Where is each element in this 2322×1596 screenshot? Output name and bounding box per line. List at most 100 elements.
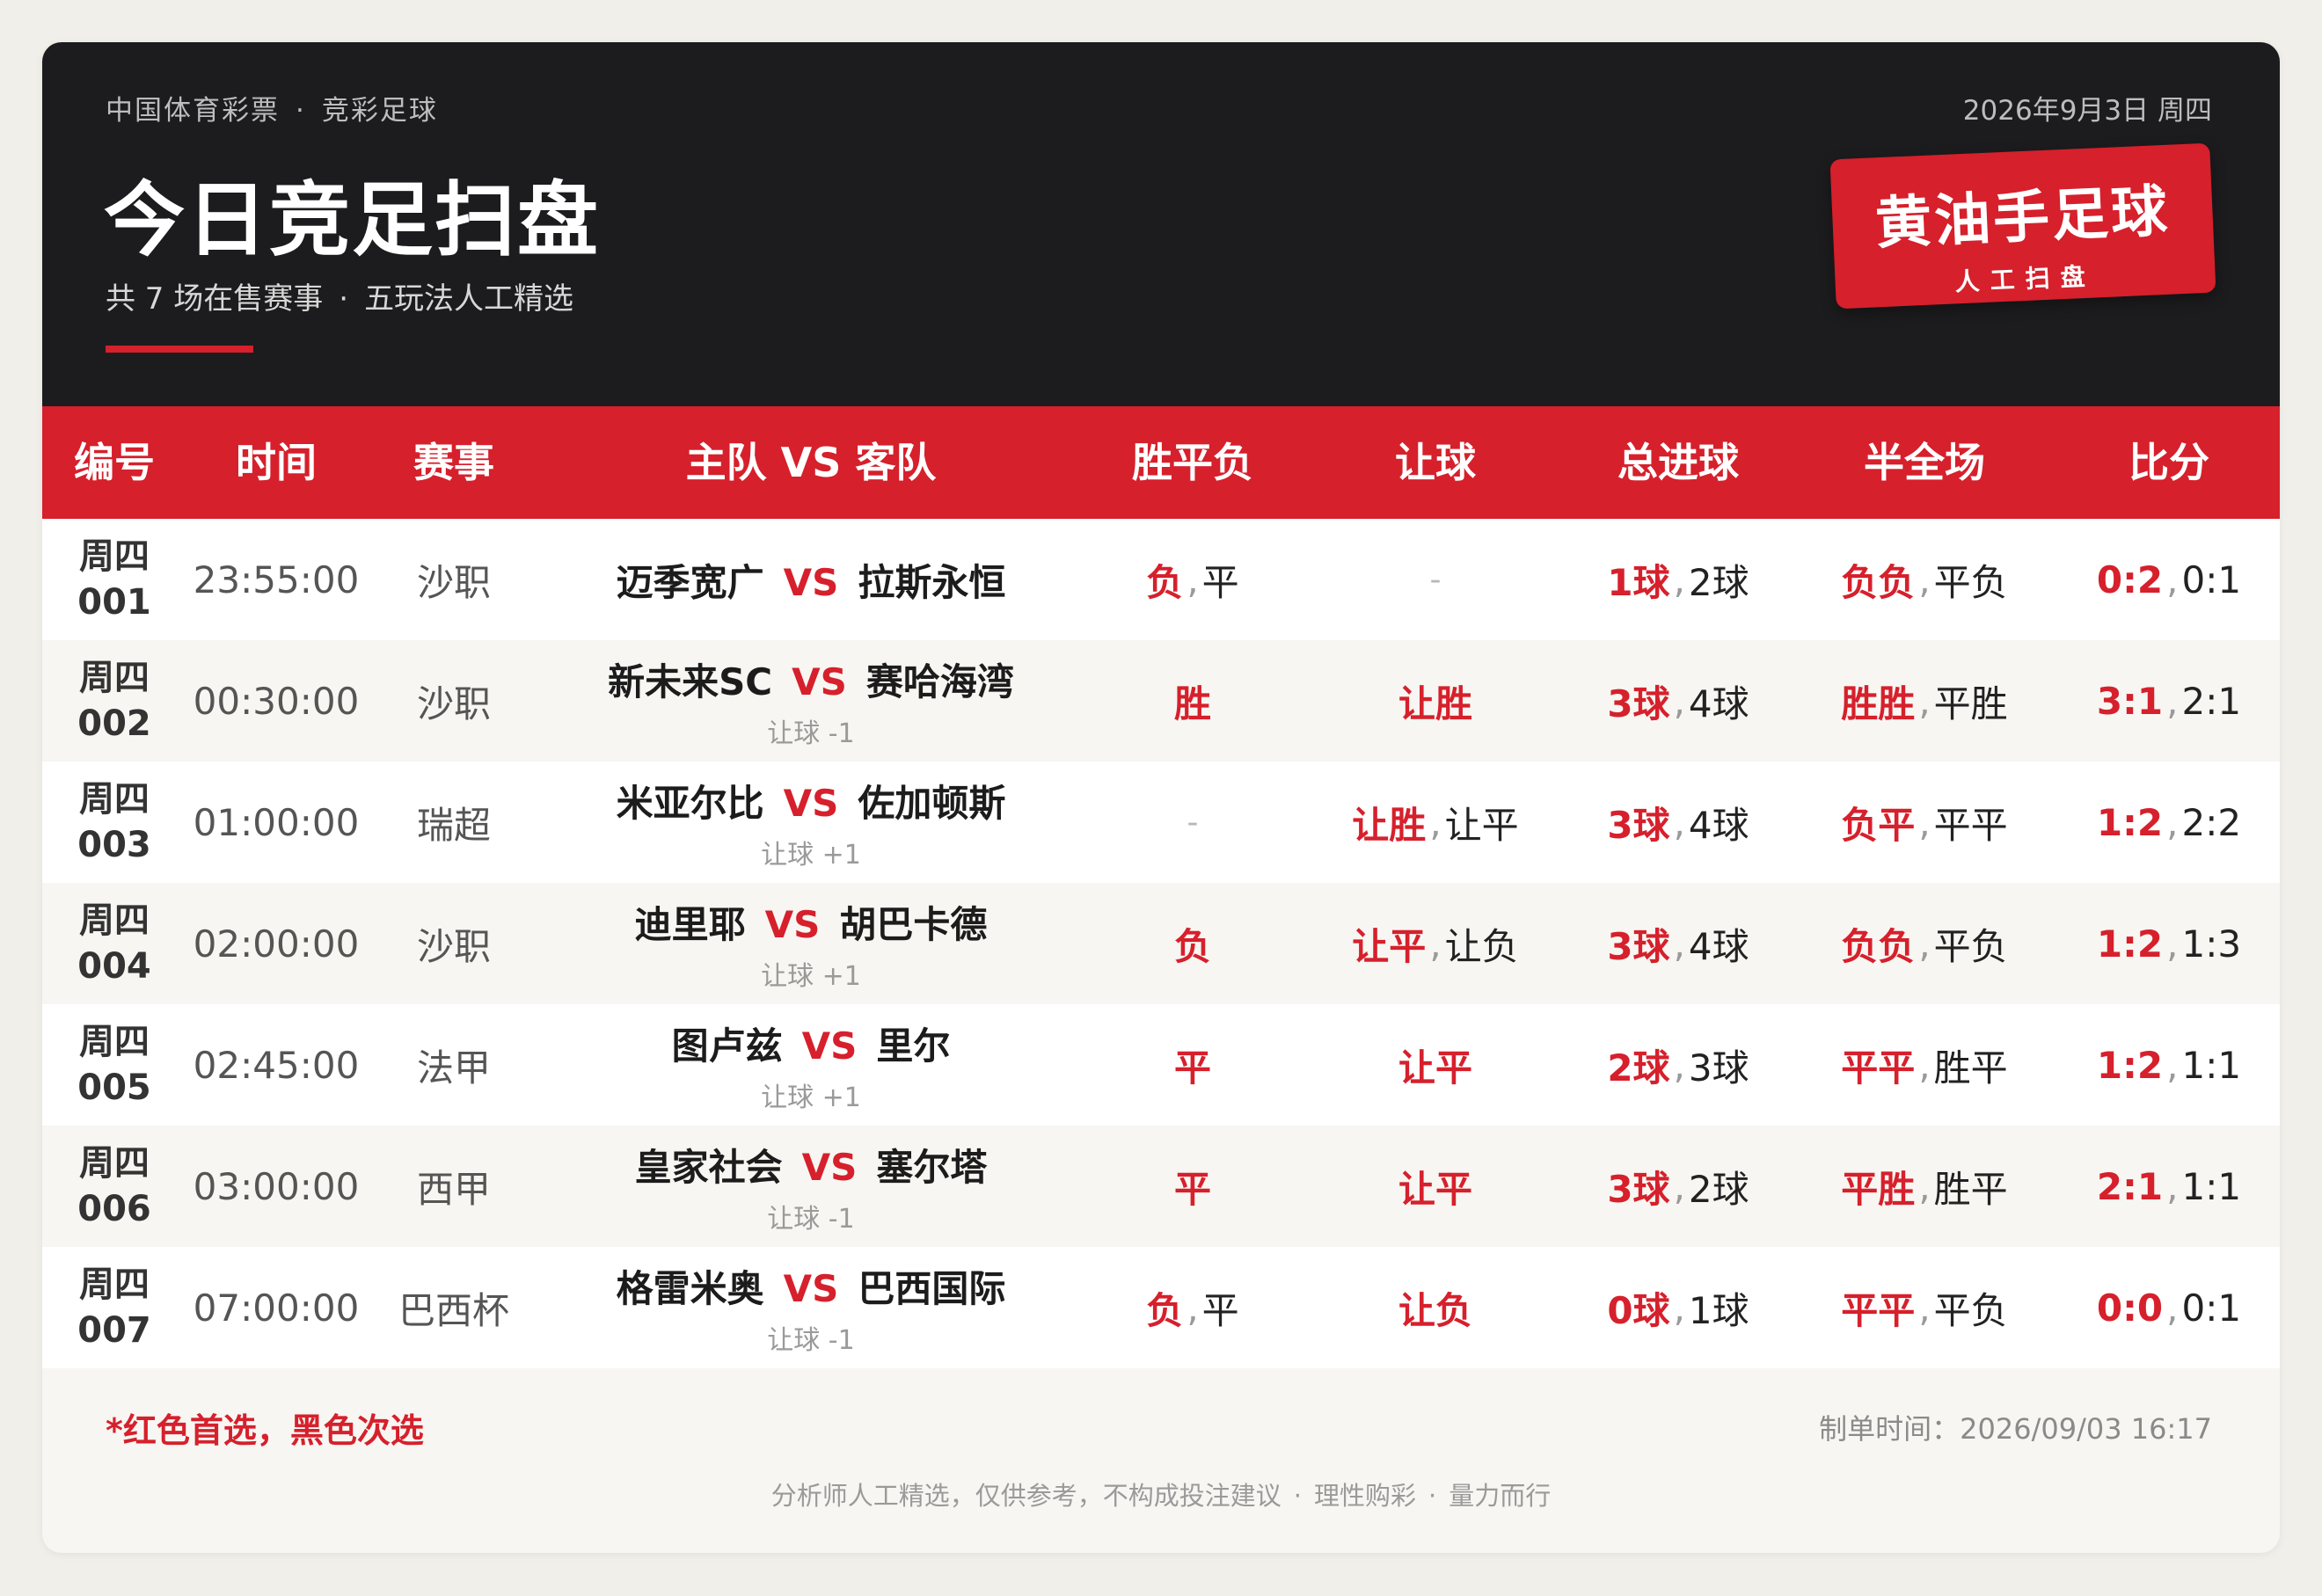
secondary-pick: 0:1 bbox=[2181, 1286, 2242, 1330]
cell-hcp: 让胜 bbox=[1312, 640, 1559, 762]
header-col-total-goals: 总进球 bbox=[1617, 439, 1739, 486]
secondary-pick: 胜平 bbox=[1933, 1046, 2008, 1090]
primary-pick: 负负 bbox=[1841, 924, 1916, 968]
table-row: 周四 003 01:00:00 瑞超 米亚尔比 VS 佐加顿斯 让球 +1- 让胜, 让平 3球, 4… bbox=[42, 762, 2280, 883]
table-row: 周四 005 02:45:00 法甲 图卢兹 VS 里尔 让球 +1 平让平 2球, 3球 平平, 胜平… bbox=[42, 1004, 2280, 1126]
kicker-category: 竞彩足球 bbox=[321, 95, 438, 127]
primary-pick: 负 bbox=[1146, 560, 1184, 604]
primary-pick: 3球 bbox=[1607, 1167, 1670, 1211]
cell-htft: 平胜, 胜平 bbox=[1801, 1126, 2048, 1247]
secondary-pick: 平负 bbox=[1933, 560, 2008, 604]
cell-score: 3:1, 2:1 bbox=[2059, 640, 2279, 762]
disclaimer-dot: · bbox=[1293, 1481, 1302, 1511]
cell-htft: 平平, 平负 bbox=[1801, 1247, 2048, 1368]
away-team: 佐加顿斯 bbox=[858, 781, 1006, 825]
cell-match: 迈季宽广 VS 拉斯永恒 bbox=[556, 519, 1066, 640]
teams-line: 新未来SC VS 赛哈海湾 bbox=[608, 652, 1014, 706]
cell-match: 迪里耶 VS 胡巴卡德 让球 +1 bbox=[556, 883, 1066, 1004]
cell-no: 周四 001 bbox=[48, 519, 180, 640]
cell-match: 格雷米奥 VS 巴西国际 让球 -1 bbox=[556, 1247, 1066, 1368]
cell-hcp: 让胜, 让平 bbox=[1312, 762, 1559, 883]
cell-htft: 负负, 平负 bbox=[1801, 883, 2048, 1004]
cell-htft: 负负, 平负 bbox=[1801, 519, 2048, 640]
primary-pick: 平平 bbox=[1841, 1288, 1916, 1332]
secondary-pick: 平负 bbox=[1933, 924, 2008, 968]
table-row: 周四 001 23:55:00 沙职 迈季宽广 VS 拉斯永恒负, 平 -1球, 2球 负负, 平负 0… bbox=[42, 519, 2280, 640]
header-col-score: 比分 bbox=[2128, 439, 2209, 486]
pick-separator: , bbox=[1918, 922, 1931, 966]
cell-league: 巴西杯 bbox=[398, 1288, 509, 1332]
cell-score: 1:2, 1:3 bbox=[2059, 883, 2279, 1004]
vs-label: VS bbox=[801, 1145, 858, 1189]
match-day: 周四 bbox=[79, 658, 150, 698]
primary-pick: 负负 bbox=[1841, 560, 1916, 604]
home-team: 新未来SC bbox=[608, 660, 773, 703]
vs-label: VS bbox=[783, 560, 839, 604]
match-day: 周四 bbox=[79, 1264, 150, 1305]
cell-no: 周四 003 bbox=[48, 762, 180, 883]
cell-no: 周四 005 bbox=[48, 1004, 180, 1126]
pick-separator: , bbox=[1918, 679, 1931, 723]
match-day: 周四 bbox=[79, 1143, 150, 1184]
secondary-pick: 2:2 bbox=[2181, 800, 2242, 844]
vs-label: VS bbox=[764, 902, 821, 946]
disclaimer-dot: · bbox=[1428, 1481, 1437, 1511]
away-team: 胡巴卡德 bbox=[839, 902, 988, 946]
match-day: 周四 bbox=[79, 1022, 150, 1062]
disclaimer-text: 分析师人工精选，仅供参考，不构成投注建议 bbox=[770, 1481, 1281, 1511]
away-team: 巴西国际 bbox=[858, 1266, 1006, 1310]
table-row: 周四 002 00:30:00 沙职 新未来SC VS 赛哈海湾 让球 -1 胜让胜 3球, 4球胜… bbox=[42, 640, 2280, 762]
away-team: 里尔 bbox=[876, 1024, 951, 1068]
cell-hcp: 让平 bbox=[1312, 1126, 1559, 1247]
teams-line: 格雷米奥 VS 巴西国际 bbox=[617, 1259, 1006, 1313]
kicker-lottery: 中国体育彩票 bbox=[106, 95, 280, 127]
secondary-pick: 平平 bbox=[1933, 803, 2008, 847]
match-number: 003 bbox=[77, 825, 151, 865]
primary-pick: 1:2 bbox=[2096, 922, 2164, 966]
pick-separator: , bbox=[1673, 922, 1685, 966]
cell-goals: 3球, 4球 bbox=[1555, 762, 1801, 883]
cell-league: 法甲 bbox=[416, 1046, 491, 1090]
cell-match: 图卢兹 VS 里尔 让球 +1 bbox=[556, 1004, 1066, 1126]
match-day: 周四 bbox=[79, 779, 150, 820]
primary-pick: 2球 bbox=[1607, 1046, 1670, 1090]
pick-separator: , bbox=[1918, 1286, 1931, 1330]
cell-league: 沙职 bbox=[416, 560, 491, 604]
vs-label: VS bbox=[783, 1266, 839, 1310]
pick-separator: , bbox=[1918, 800, 1931, 844]
pick-separator: , bbox=[1673, 558, 1685, 601]
home-team: 皇家社会 bbox=[634, 1145, 783, 1189]
primary-pick: 3球 bbox=[1607, 924, 1670, 968]
cell-wdl: 负 bbox=[1070, 883, 1316, 1004]
primary-pick: 让平 bbox=[1352, 924, 1427, 968]
home-team: 米亚尔比 bbox=[616, 781, 764, 825]
pick-separator: , bbox=[1673, 1164, 1685, 1208]
cell-score: 0:2, 0:1 bbox=[2059, 519, 2279, 640]
kicker: 中国体育彩票 · 竞彩足球 bbox=[106, 88, 438, 128]
cell-time: 23:55:00 bbox=[193, 558, 360, 601]
secondary-pick: 1:1 bbox=[2181, 1164, 2242, 1208]
teams-line: 皇家社会 VS 塞尔塔 bbox=[635, 1138, 988, 1192]
cell-time: 02:45:00 bbox=[193, 1043, 360, 1087]
cell-time: 07:00:00 bbox=[193, 1286, 360, 1330]
cell-score: 2:1, 1:1 bbox=[2059, 1126, 2279, 1247]
cell-no: 周四 007 bbox=[48, 1247, 180, 1368]
secondary-pick: 4球 bbox=[1688, 924, 1749, 968]
match-number: 001 bbox=[77, 582, 151, 623]
secondary-pick: 4球 bbox=[1688, 803, 1749, 847]
header-col-league: 赛事 bbox=[413, 439, 494, 486]
cell-time: 01:00:00 bbox=[193, 800, 360, 844]
match-number: 005 bbox=[77, 1068, 151, 1108]
primary-pick: 让胜 bbox=[1398, 681, 1472, 725]
table-row: 周四 006 03:00:00 西甲 皇家社会 VS 塞尔塔 让球 -1 平让平 3球, 2球 平胜,… bbox=[42, 1126, 2280, 1247]
primary-pick: 2:1 bbox=[2096, 1164, 2164, 1208]
pick-separator: , bbox=[1673, 1043, 1685, 1087]
match-number: 006 bbox=[77, 1189, 151, 1229]
disclaimer-moderate: 量力而行 bbox=[1449, 1481, 1552, 1511]
cell-time: 02:00:00 bbox=[193, 922, 360, 966]
home-team: 迈季宽广 bbox=[616, 560, 764, 604]
subtitle-method: 五玩法人工精选 bbox=[364, 281, 574, 317]
cell-wdl: 胜 bbox=[1070, 640, 1316, 762]
primary-pick: 0:2 bbox=[2096, 558, 2164, 601]
header-col-number: 编号 bbox=[74, 439, 155, 486]
